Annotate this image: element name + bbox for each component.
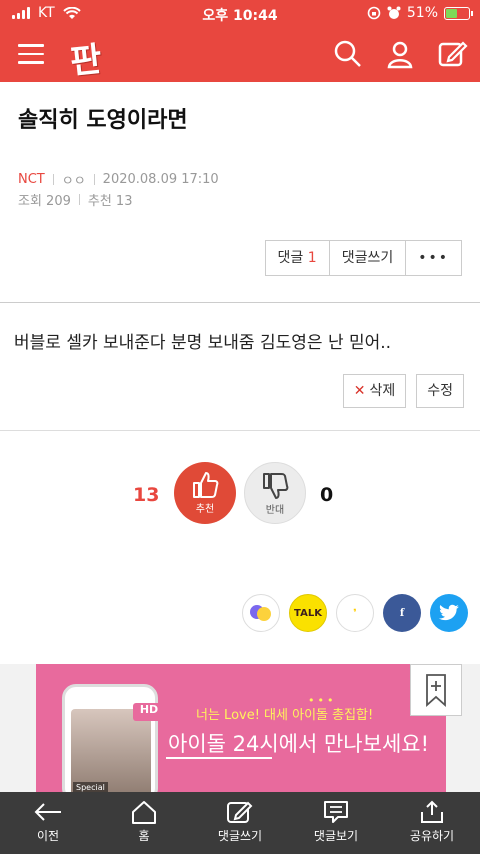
share-buttons: TALK ❜ f	[242, 594, 468, 632]
comment-icon	[324, 801, 348, 823]
user-icon[interactable]	[384, 38, 416, 70]
hd-badge: HD	[133, 703, 165, 721]
write-icon[interactable]	[436, 38, 468, 70]
ad-area: HD Special ••• 너는 Love! 대세 아이돌 총집합! 아이돌 …	[0, 664, 480, 792]
ad-headline: 너는 Love! 대세 아이돌 총집합!	[196, 708, 374, 723]
post-author: ㅇㅇ	[61, 174, 86, 189]
arrow-left-icon	[34, 803, 61, 821]
twitter-bird-icon	[438, 604, 459, 621]
app-header: 판	[0, 28, 480, 83]
edit-button[interactable]: 수정	[416, 374, 464, 408]
write-comment-button[interactable]: 댓글쓰기	[330, 241, 407, 275]
thumbs-up-icon	[193, 472, 219, 498]
kakaotalk-share-button[interactable]: TALK	[289, 594, 327, 632]
edit-bar: ✕ 삭제 수정	[342, 374, 464, 408]
share-button[interactable]: 공유하기	[384, 792, 480, 854]
post-meta: NCT ㅇㅇ 2020.08.09 17:10	[18, 170, 219, 189]
more-button[interactable]: •••	[406, 241, 461, 275]
menu-icon[interactable]	[18, 44, 44, 64]
top-bar: KT 오후 10:44 51% 판	[0, 0, 480, 83]
ad-phone-image: HD Special	[62, 684, 165, 792]
battery-icon	[444, 6, 473, 20]
upvote-button[interactable]: 추천	[174, 462, 236, 524]
bottom-toolbar: 이전 홈 댓글쓰기 댓글보기 공유하기	[0, 792, 480, 854]
upvote-count: 13	[133, 484, 160, 506]
band-share-button[interactable]	[242, 594, 280, 632]
home-icon	[132, 801, 156, 824]
thumbs-down-icon	[263, 473, 289, 499]
recommend-count: 추천 13	[87, 194, 133, 209]
logo[interactable]: 판	[68, 31, 104, 83]
ad-subline: 아이돌 24시에서 만나보세요!	[168, 732, 430, 756]
post-stats: 조회 209 추천 13	[18, 190, 132, 209]
delete-button[interactable]: ✕ 삭제	[342, 374, 407, 408]
divider	[0, 302, 480, 303]
comment-button-bar: 댓글 1 댓글쓰기 •••	[264, 240, 462, 276]
home-button[interactable]: 홈	[96, 792, 192, 854]
post-title: 솔직히 도영이라면	[18, 108, 188, 133]
comment-count: 1	[307, 250, 317, 266]
post-body: 버블로 셀카 보내준다 분명 보내줌 김도영은 난 믿어..	[14, 333, 392, 353]
facebook-share-button[interactable]: f	[383, 594, 421, 632]
back-button[interactable]: 이전	[0, 792, 96, 854]
phone-caption: Special	[73, 782, 108, 792]
twitter-share-button[interactable]	[430, 594, 468, 632]
close-icon: ✕	[353, 383, 366, 399]
band-icon	[250, 605, 271, 621]
vote-section: 13 추천 반대 0	[0, 460, 480, 530]
downvote-button[interactable]: 반대	[244, 462, 306, 524]
ad-banner[interactable]: HD Special ••• 너는 Love! 대세 아이돌 총집합! 아이돌 …	[36, 664, 446, 792]
status-bar: KT 오후 10:44 51%	[0, 0, 480, 28]
view-count: 조회 209	[18, 194, 71, 209]
edit-icon	[227, 801, 253, 823]
rotation-lock-icon	[367, 6, 381, 20]
divider	[0, 430, 480, 431]
share-icon	[421, 800, 443, 823]
post-date: 2020.08.09 17:10	[102, 172, 219, 187]
comments-button[interactable]: 댓글 1	[266, 241, 330, 275]
bookmark-button[interactable]	[410, 664, 462, 716]
write-comment-nav-button[interactable]: 댓글쓰기	[192, 792, 288, 854]
kakaostory-share-button[interactable]: ❜	[336, 594, 374, 632]
alarm-icon	[387, 6, 401, 19]
battery-percent: 51%	[406, 5, 438, 21]
search-icon[interactable]	[332, 38, 364, 70]
bookmark-add-icon	[426, 674, 446, 708]
downvote-count: 0	[320, 484, 334, 506]
post-category[interactable]: NCT	[18, 172, 45, 187]
view-comments-button[interactable]: 댓글보기	[288, 792, 384, 854]
